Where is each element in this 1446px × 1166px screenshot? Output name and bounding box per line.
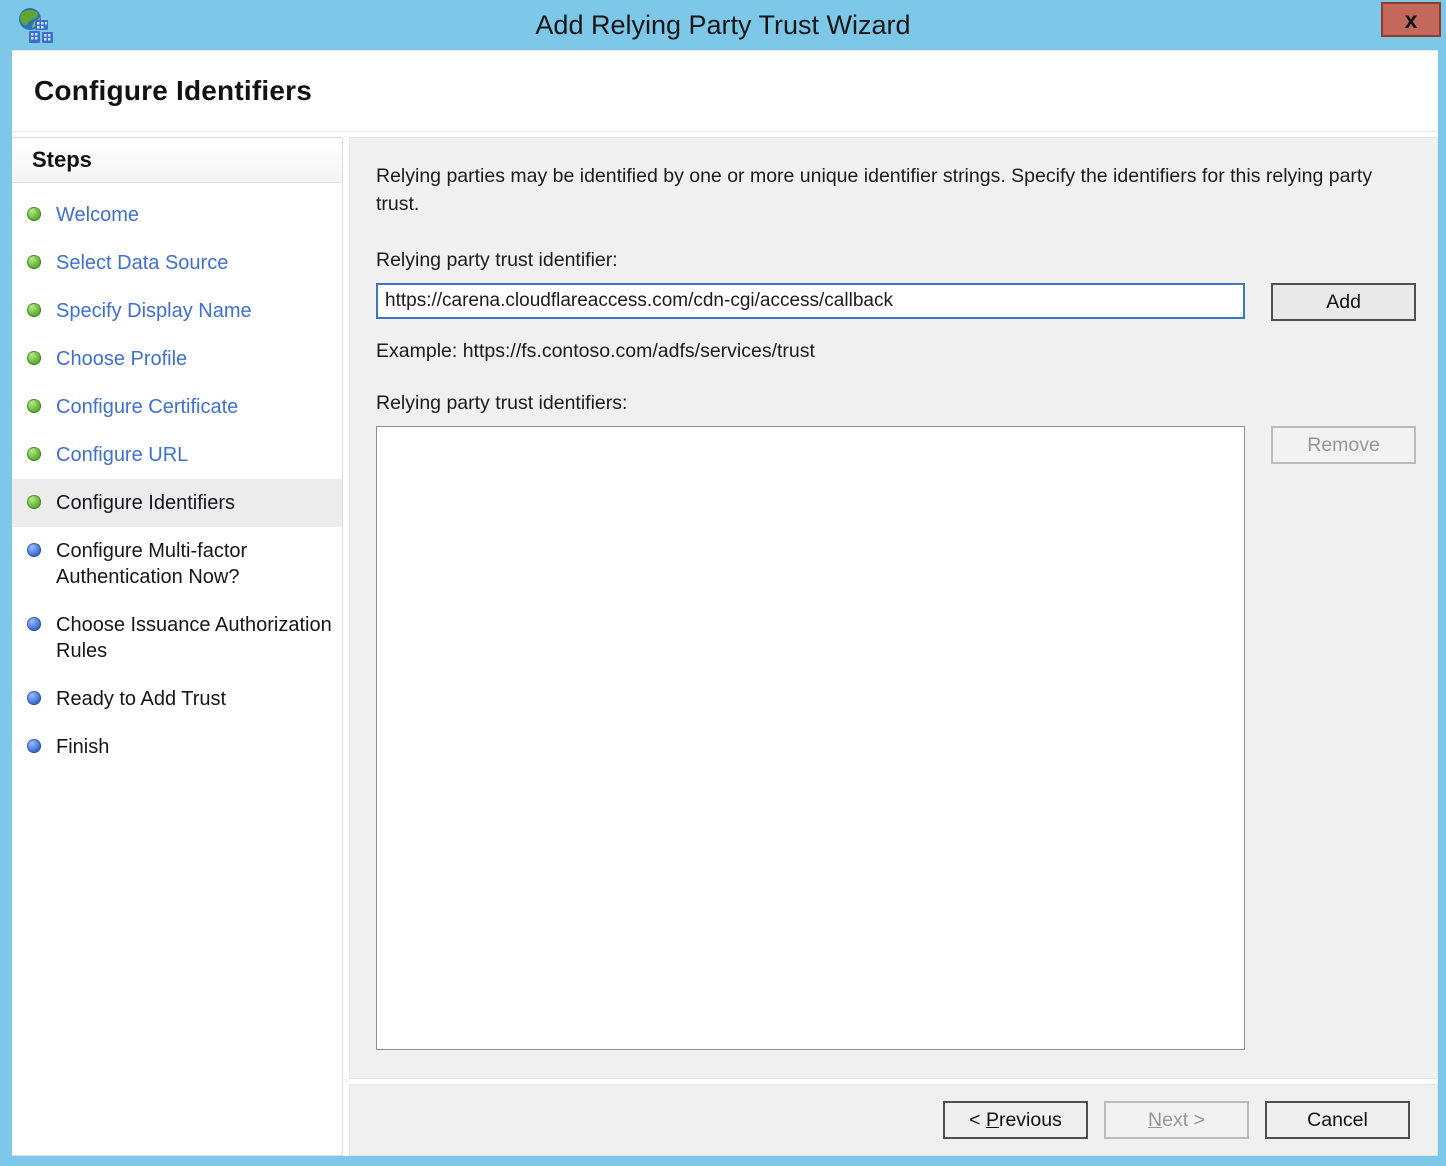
- step-item-configure-multi-factor-authentication-now[interactable]: Configure Multi-factor Authentication No…: [12, 527, 342, 601]
- identifier-field-label: Relying party trust identifier:: [376, 249, 1416, 272]
- step-item-finish[interactable]: Finish: [12, 723, 342, 771]
- steps-title: Steps: [32, 147, 92, 173]
- dialog-frame: Configure Identifiers Steps Welcome Selec…: [12, 50, 1438, 1156]
- steps-header: Steps: [12, 138, 342, 183]
- step-label: Ready to Add Trust: [56, 686, 226, 712]
- step-pending-bullet-icon: [27, 691, 41, 705]
- step-completed-bullet-icon: [27, 351, 41, 365]
- step-item-choose-profile[interactable]: Choose Profile: [12, 335, 342, 383]
- step-completed-bullet-icon: [27, 207, 41, 221]
- remove-button[interactable]: Remove: [1271, 426, 1416, 464]
- step-label: Configure URL: [56, 442, 188, 468]
- cancel-button[interactable]: Cancel: [1265, 1101, 1410, 1139]
- step-item-configure-identifiers[interactable]: Configure Identifiers: [12, 479, 342, 527]
- step-label: Configure Multi-factor Authentication No…: [56, 538, 332, 590]
- main-column: Relying parties may be identified by one…: [349, 137, 1438, 1156]
- steps-list: Welcome Select Data Source Specify Display…: [12, 183, 342, 771]
- step-completed-bullet-icon: [27, 255, 41, 269]
- title-bar: Add Relying Party Trust Wizard x: [0, 0, 1446, 50]
- steps-sidebar: Steps Welcome Select Data Source Specify D…: [12, 137, 343, 1156]
- step-pending-bullet-icon: [27, 543, 41, 557]
- example-text: Example: https://fs.contoso.com/adfs/ser…: [376, 340, 1416, 363]
- page-title: Configure Identifiers: [34, 75, 312, 107]
- step-label: Choose Profile: [56, 346, 187, 372]
- identifiers-list-label: Relying party trust identifiers:: [376, 392, 1416, 415]
- step-pending-bullet-icon: [27, 617, 41, 631]
- step-item-specify-display-name[interactable]: Specify Display Name: [12, 287, 342, 335]
- step-item-configure-certificate[interactable]: Configure Certificate: [12, 383, 342, 431]
- window-title: Add Relying Party Trust Wizard: [535, 10, 910, 41]
- step-label: Specify Display Name: [56, 298, 252, 324]
- footer-button-bar: < Previous Next > Cancel: [349, 1084, 1438, 1156]
- step-label: Select Data Source: [56, 250, 228, 276]
- step-label: Finish: [56, 734, 109, 760]
- identifiers-listbox[interactable]: [376, 426, 1245, 1050]
- wizard-window: Add Relying Party Trust Wizard x Configu…: [0, 0, 1446, 1166]
- step-label: Configure Certificate: [56, 394, 238, 420]
- next-button[interactable]: Next >: [1104, 1101, 1249, 1139]
- step-completed-bullet-icon: [27, 399, 41, 413]
- identifier-input-row: Add: [376, 283, 1416, 321]
- heading-band: Configure Identifiers: [12, 50, 1438, 132]
- step-item-select-data-source[interactable]: Select Data Source: [12, 239, 342, 287]
- body-row: Steps Welcome Select Data Source Specify D…: [12, 132, 1438, 1156]
- close-button[interactable]: x: [1381, 2, 1441, 37]
- step-pending-bullet-icon: [27, 739, 41, 753]
- adfs-app-icon: [15, 6, 55, 46]
- add-button[interactable]: Add: [1271, 283, 1416, 321]
- step-label: Configure Identifiers: [56, 490, 235, 516]
- step-label: Welcome: [56, 202, 139, 228]
- step-item-welcome[interactable]: Welcome: [12, 191, 342, 239]
- step-completed-bullet-icon: [27, 303, 41, 317]
- step-completed-bullet-icon: [27, 495, 41, 509]
- relying-party-trust-identifier-input[interactable]: [376, 283, 1245, 319]
- step-label: Choose Issuance Authorization Rules: [56, 612, 332, 664]
- identifiers-list-row: Remove: [376, 426, 1416, 1050]
- page-description: Relying parties may be identified by one…: [376, 163, 1406, 218]
- content-panel: Relying parties may be identified by one…: [349, 137, 1438, 1079]
- step-item-ready-to-add-trust[interactable]: Ready to Add Trust: [12, 675, 342, 723]
- step-completed-bullet-icon: [27, 447, 41, 461]
- step-item-configure-url[interactable]: Configure URL: [12, 431, 342, 479]
- step-item-choose-issuance-authorization-rules[interactable]: Choose Issuance Authorization Rules: [12, 601, 342, 675]
- previous-button[interactable]: < Previous: [943, 1101, 1088, 1139]
